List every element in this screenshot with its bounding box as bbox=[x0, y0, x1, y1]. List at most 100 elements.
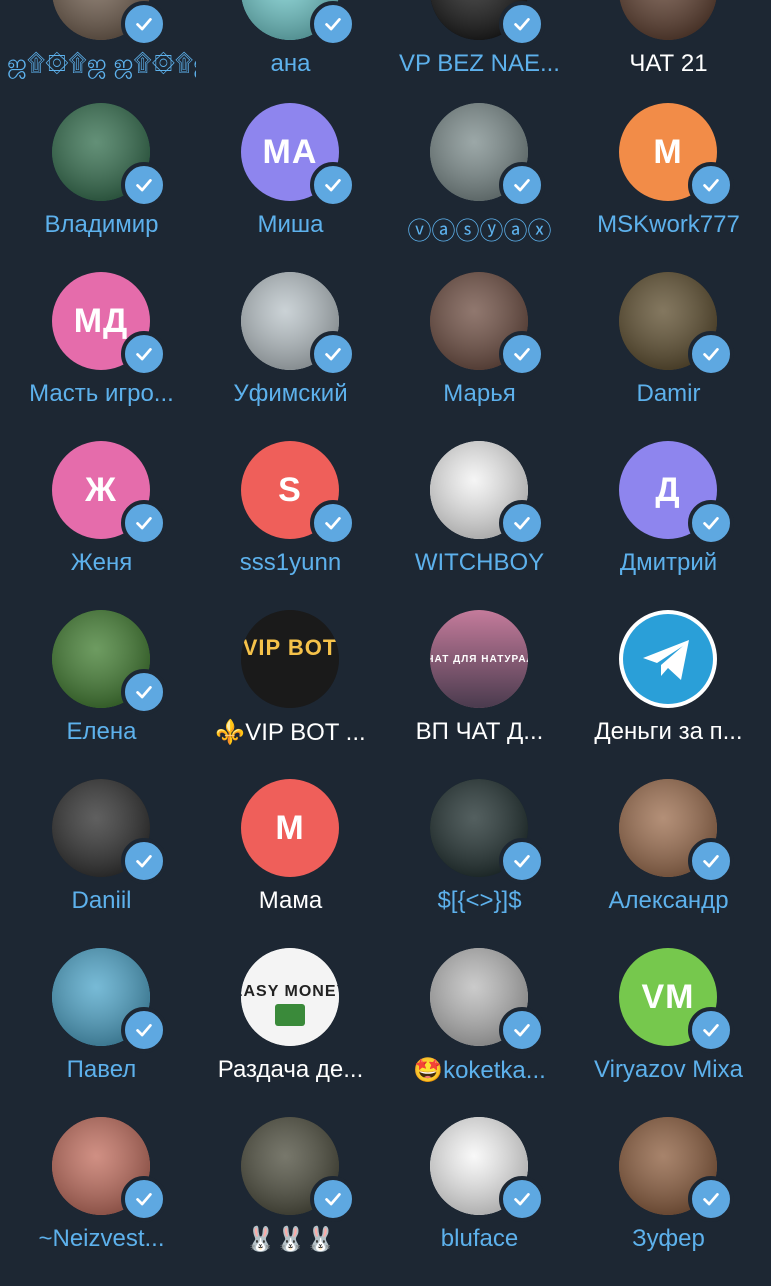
contact-name: Раздача де... bbox=[217, 1056, 364, 1083]
contact-name: ~Neizvest... bbox=[38, 1225, 165, 1252]
check-icon bbox=[688, 500, 734, 546]
contact-item[interactable]: M MSKwork777 bbox=[574, 103, 763, 272]
contact-name: Damir bbox=[636, 380, 701, 407]
contact-item[interactable]: Уфимский bbox=[196, 272, 385, 441]
contact-name: Зуфер bbox=[632, 1225, 705, 1252]
check-icon bbox=[121, 1007, 167, 1053]
avatar-initials: МА bbox=[262, 132, 318, 171]
contact-item[interactable]: Ssss1yunn bbox=[196, 441, 385, 610]
check-icon bbox=[121, 669, 167, 715]
contact-item[interactable]: МД Масть игро... bbox=[7, 272, 196, 441]
contact-name: ВП ЧАТ Д... bbox=[415, 718, 544, 745]
contact-name: ⓥⓐⓢⓨⓐⓧ bbox=[407, 218, 552, 245]
contact-item[interactable]: Владимир bbox=[7, 103, 196, 272]
contact-item[interactable]: ⓥⓐⓢⓨⓐⓧ bbox=[385, 103, 574, 272]
check-icon bbox=[121, 838, 167, 884]
contact-item[interactable]: 🐰🐰🐰 bbox=[196, 1117, 385, 1286]
check-icon bbox=[121, 162, 167, 208]
check-icon bbox=[688, 1007, 734, 1053]
contact-name: ЧАТ 21 bbox=[629, 50, 708, 77]
avatar[interactable] bbox=[619, 610, 717, 708]
avatar[interactable]: M bbox=[241, 779, 339, 877]
contact-item[interactable]: Марья bbox=[385, 272, 574, 441]
avatar-initials: Ж bbox=[85, 470, 117, 509]
check-icon bbox=[310, 1, 356, 47]
contact-name: $[{<>}]$ bbox=[437, 887, 522, 914]
check-icon bbox=[310, 331, 356, 377]
avatar-initials: S bbox=[278, 470, 302, 509]
contact-name: Елена bbox=[66, 718, 137, 745]
contact-item[interactable]: Зуфер bbox=[574, 1117, 763, 1286]
avatar[interactable]: ВП ЧАТ ДЛЯ НАТУРАЛОВ bbox=[430, 610, 528, 708]
check-icon bbox=[499, 1176, 545, 1222]
contact-item[interactable]: ஜ۩۞۩ஜ ஜ۩۞۩ஜ bbox=[7, 0, 196, 111]
check-icon bbox=[121, 1, 167, 47]
contact-item[interactable]: ЧАТ 21 bbox=[574, 0, 763, 111]
contact-name: Viryazov Mixa bbox=[594, 1056, 743, 1083]
contact-name: MSKwork777 bbox=[597, 211, 740, 238]
contact-item[interactable]: Д Дмитрий bbox=[574, 441, 763, 610]
contact-name: Павел bbox=[66, 1056, 137, 1083]
contact-item[interactable]: EASY MONEY Раздача де... bbox=[196, 948, 385, 1117]
avatar-initials: M bbox=[653, 132, 683, 171]
contact-item[interactable]: МА Миша bbox=[196, 103, 385, 272]
contact-name: 🐰🐰🐰 bbox=[245, 1226, 336, 1253]
check-icon bbox=[499, 162, 545, 208]
contact-name: Дмитрий bbox=[619, 549, 718, 576]
contact-name: Марья bbox=[443, 380, 516, 407]
contact-item[interactable]: Павел bbox=[7, 948, 196, 1117]
contact-name: Daniil bbox=[71, 887, 132, 914]
check-icon bbox=[310, 500, 356, 546]
contact-item[interactable]: Александр bbox=[574, 779, 763, 948]
contact-item[interactable]: ~Neizvest... bbox=[7, 1117, 196, 1286]
check-icon bbox=[688, 331, 734, 377]
check-icon bbox=[310, 1176, 356, 1222]
avatar[interactable] bbox=[619, 0, 717, 40]
contact-item[interactable]: $[{<>}]$ bbox=[385, 779, 574, 948]
check-icon bbox=[688, 838, 734, 884]
contact-name: Александр bbox=[608, 887, 729, 914]
contact-name: WITCHBOY bbox=[414, 549, 545, 576]
contact-item[interactable]: Damir bbox=[574, 272, 763, 441]
contact-item[interactable]: Ж Женя bbox=[7, 441, 196, 610]
contact-item[interactable]: VM Viryazov Mixa bbox=[574, 948, 763, 1117]
contact-item[interactable]: Елена bbox=[7, 610, 196, 779]
check-icon bbox=[121, 1176, 167, 1222]
contact-name: ⚜️VIP BOT ... bbox=[215, 719, 366, 746]
contact-item[interactable]: Daniil bbox=[7, 779, 196, 948]
contact-name: Женя bbox=[70, 549, 133, 576]
contact-name: Деньги за п... bbox=[594, 718, 743, 745]
contact-item[interactable]: 🤩koketka... bbox=[385, 948, 574, 1117]
svg-text:ВП ЧАТ ДЛЯ НАТУРАЛОВ: ВП ЧАТ ДЛЯ НАТУРАЛОВ bbox=[430, 654, 528, 665]
contacts-grid: ஜ۩۞۩ஜ ஜ۩۞۩ஜ ана VP BEZ NAE... ЧАТ 21 Владими… bbox=[0, 0, 771, 1280]
contact-name: ана bbox=[270, 50, 311, 77]
contact-item[interactable]: Деньги за п... bbox=[574, 610, 763, 779]
check-icon bbox=[688, 162, 734, 208]
telegram-plane-icon bbox=[623, 614, 713, 704]
svg-text:EASY MONEY: EASY MONEY bbox=[241, 983, 339, 1000]
contact-item[interactable]: ана bbox=[196, 0, 385, 111]
contact-name: Мама bbox=[258, 887, 323, 914]
contact-item[interactable]: M Мама bbox=[196, 779, 385, 948]
check-icon bbox=[499, 500, 545, 546]
contact-name: 🤩koketka... bbox=[413, 1057, 546, 1084]
vip-bot-text: VIP BOT bbox=[243, 635, 338, 660]
contact-name: Миша bbox=[257, 211, 324, 238]
check-icon bbox=[499, 838, 545, 884]
check-icon bbox=[121, 500, 167, 546]
contact-name: Масть игро... bbox=[29, 380, 174, 407]
check-icon bbox=[499, 1007, 545, 1053]
avatar-initials: VM bbox=[641, 977, 695, 1016]
avatar[interactable]: EASY MONEY bbox=[241, 948, 339, 1046]
contact-item[interactable]: VP BEZ NAE... bbox=[385, 0, 574, 111]
contact-item[interactable]: ВП ЧАТ ДЛЯ НАТУРАЛОВ ВП ЧАТ Д... bbox=[385, 610, 574, 779]
check-icon bbox=[499, 331, 545, 377]
contact-item[interactable]: bluface bbox=[385, 1117, 574, 1286]
avatar-initials: Д bbox=[655, 470, 681, 509]
contact-name: ஜ۩۞۩ஜ ஜ۩۞۩ஜ bbox=[7, 50, 196, 77]
contact-item[interactable]: VIP BOT ⚜️VIP BOT ... bbox=[196, 610, 385, 779]
contact-item[interactable]: WITCHBOY bbox=[385, 441, 574, 610]
avatar[interactable]: VIP BOT bbox=[241, 610, 339, 708]
contact-name: Владимир bbox=[44, 211, 159, 238]
avatar-initials: МД bbox=[73, 301, 129, 340]
